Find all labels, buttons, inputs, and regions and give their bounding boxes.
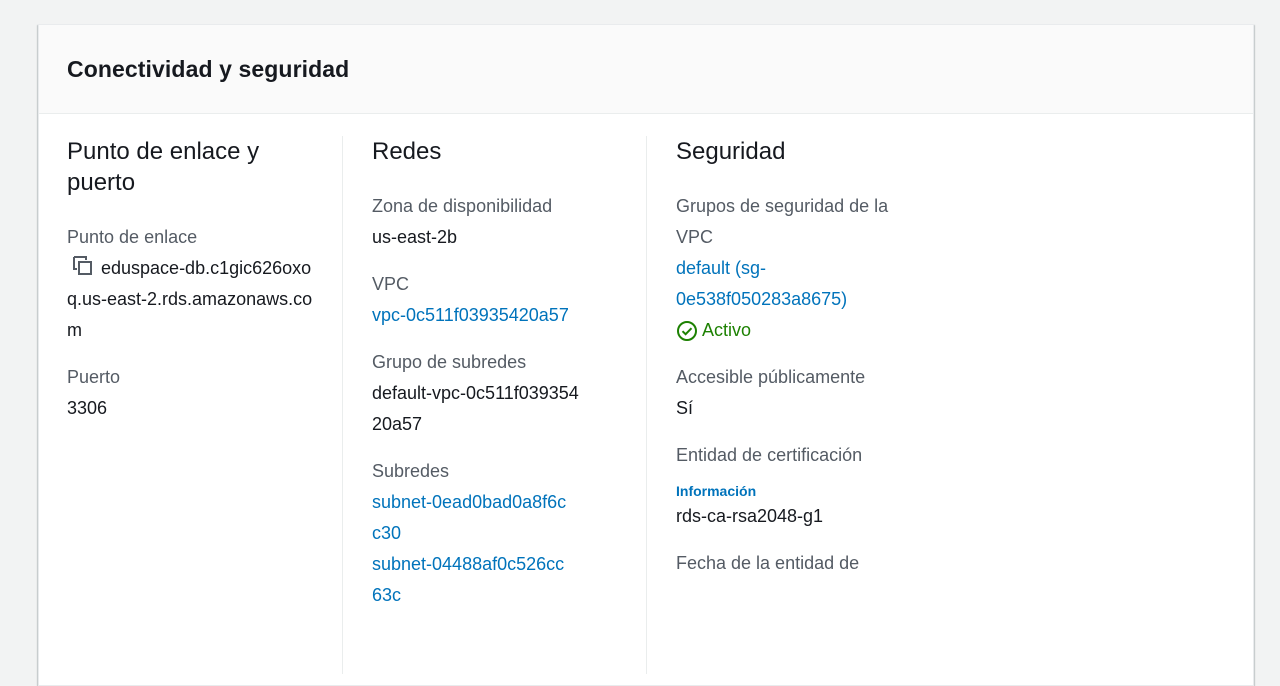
copy-icon[interactable] — [71, 254, 95, 278]
panel-columns: Punto de enlace y puerto Punto de enlace… — [39, 114, 1253, 674]
subnets-label: Subredes — [372, 461, 450, 481]
endpoint-label: Punto de enlace — [67, 227, 198, 247]
public-access-value: Sí — [676, 398, 694, 418]
ca-date-label: Fecha de la entidad de — [676, 553, 860, 573]
security-group-link[interactable]: default (sg-0e538f050283a8675) — [676, 253, 886, 315]
info-link[interactable]: Información — [676, 481, 926, 501]
network-heading: Redes — [372, 138, 442, 165]
certificate-authority-label: Entidad de certificación — [676, 445, 863, 465]
endpoint-value: eduspace-db.c1gic626oxoq.us-east-2.rds.a… — [67, 258, 313, 340]
security-groups-field: Grupos de seguridad de la VPC default (s… — [676, 191, 926, 346]
panel-title: Conectividad y seguridad — [67, 55, 350, 82]
port-field: Puerto 3306 — [67, 362, 317, 424]
endpoint-heading: Punto de enlace y puerto — [67, 138, 260, 196]
network-column: Redes Zona de disponibilidad us-east-2b … — [342, 136, 622, 674]
port-label: Puerto — [67, 367, 121, 387]
az-field: Zona de disponibilidad us-east-2b — [372, 191, 622, 253]
subnet-link[interactable]: subnet-0ead0bad0a8f6cc30 — [372, 487, 572, 549]
endpoint-field: Punto de enlace eduspace-db.c1gic626oxoq… — [67, 222, 317, 346]
vpc-field: VPC vpc-0c511f03935420a57 — [372, 269, 622, 331]
connectivity-security-panel: Conectividad y seguridad Punto de enlace… — [38, 24, 1254, 686]
security-groups-label: Grupos de seguridad de la VPC — [676, 196, 889, 247]
panel-header: Conectividad y seguridad — [39, 25, 1253, 114]
subnet-group-field: Grupo de subredes default-vpc-0c511f0393… — [372, 347, 622, 440]
endpoint-value-row: eduspace-db.c1gic626oxoq.us-east-2.rds.a… — [67, 253, 317, 346]
endpoint-column: Punto de enlace y puerto Punto de enlace… — [67, 136, 317, 674]
vpc-link[interactable]: vpc-0c511f03935420a57 — [372, 300, 622, 331]
subnet-group-label: Grupo de subredes — [372, 352, 527, 372]
ca-date-field: Fecha de la entidad de — [676, 548, 926, 579]
az-value: us-east-2b — [372, 227, 458, 247]
security-heading: Seguridad — [676, 138, 786, 165]
subnet-link[interactable]: subnet-04488af0c526cc63c — [372, 549, 572, 611]
public-access-label: Accesible públicamente — [676, 367, 866, 387]
status-text: Activo — [702, 320, 752, 340]
subnets-field: Subredes subnet-0ead0bad0a8f6cc30 subnet… — [372, 456, 622, 611]
port-value: 3306 — [67, 398, 108, 418]
security-group-status: Activo — [676, 315, 926, 346]
certificate-authority-value: rds-ca-rsa2048-g1 — [676, 506, 824, 526]
subnet-group-value: default-vpc-0c511f03935420a57 — [372, 383, 579, 434]
az-label: Zona de disponibilidad — [372, 196, 553, 216]
vpc-label: VPC — [372, 274, 410, 294]
public-access-field: Accesible públicamente Sí — [676, 362, 926, 424]
check-circle-icon — [676, 320, 698, 342]
security-column: Seguridad Grupos de seguridad de la VPC … — [646, 136, 926, 674]
certificate-authority-field: Entidad de certificación Información rds… — [676, 440, 926, 532]
